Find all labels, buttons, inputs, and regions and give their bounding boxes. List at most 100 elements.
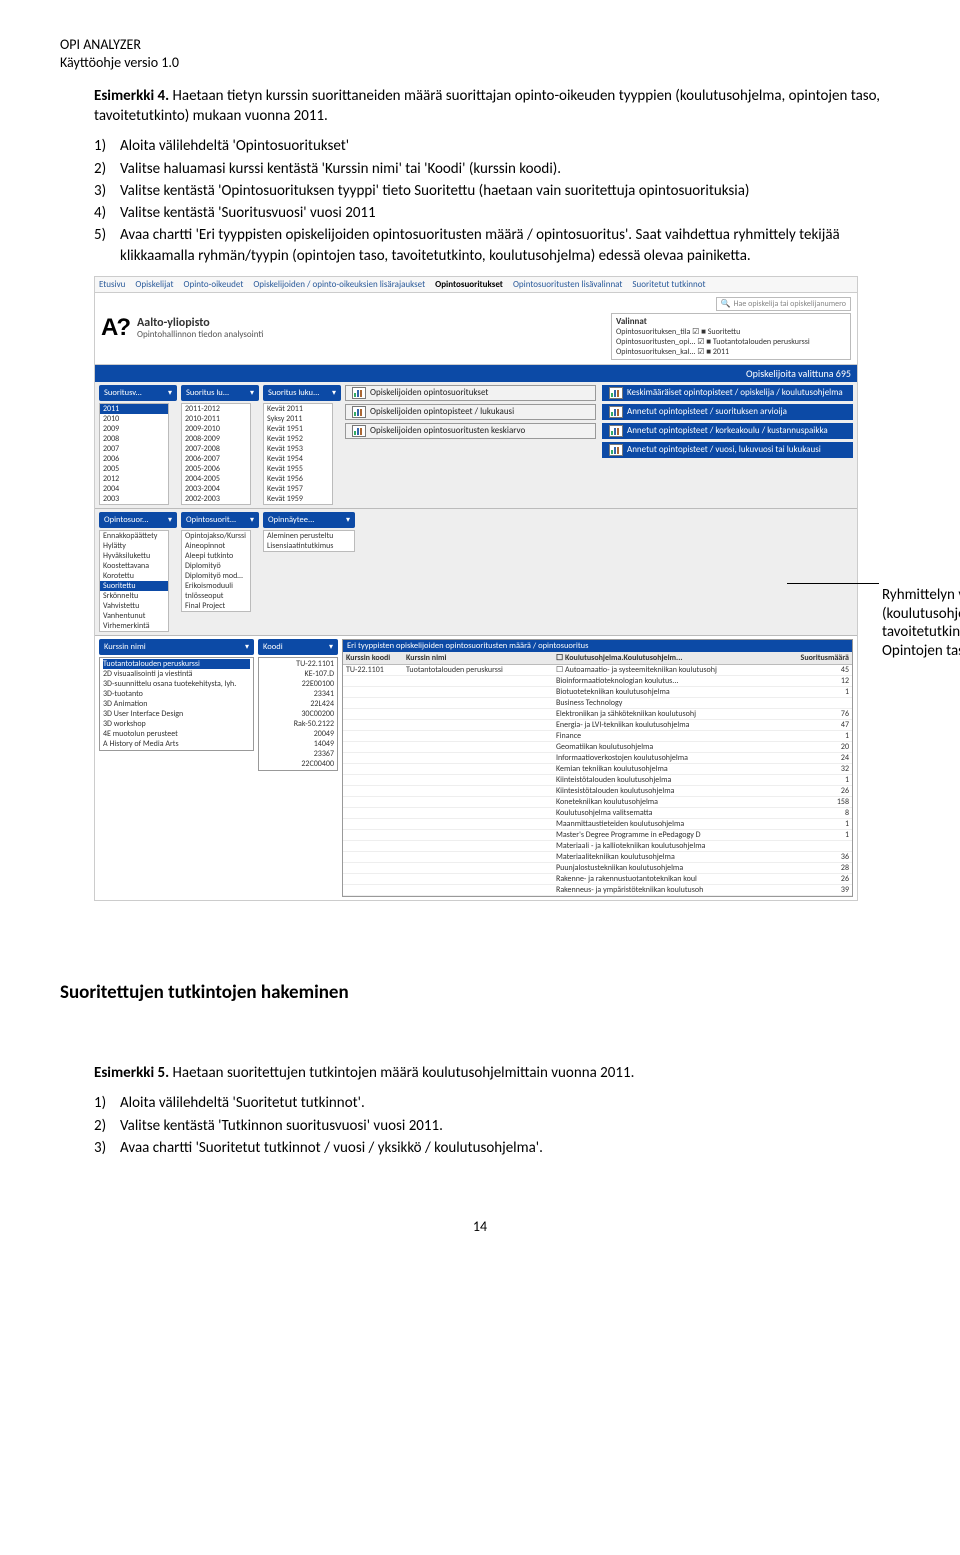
example4-steps: 1)Aloita välilehdeltä 'Opintosuoritukset… [94, 136, 900, 266]
table-row[interactable]: Materiaali - ja kalliotekniikan koulutus… [343, 841, 852, 852]
table-row[interactable]: Master's Degree Programme in ePedagogy D… [343, 830, 852, 841]
chart-icon [352, 425, 366, 437]
example4-intro: Esimerkki 4. Haetaan tietyn kurssin suor… [94, 87, 900, 126]
pill-opinnaytetyo[interactable]: Opinnäytee...▾ [263, 512, 355, 528]
ex5-step-2: Valitse kentästä 'Tutkinnon suoritusvuos… [120, 1116, 900, 1136]
data-table: Eri tyyppisten opiskelijoiden opintosuor… [342, 639, 853, 897]
th-kohj[interactable]: ☐ Koulutusohjelma.Koulutusohjelm... [556, 653, 797, 663]
chart-btn-annetut-korkeakoulu[interactable]: Annetut opintopisteet / korkeakoulu / ku… [602, 423, 853, 439]
table-row[interactable]: Puunjalostustekniikan koulutusohjelma28 [343, 863, 852, 874]
chevron-down-icon: ▾ [329, 642, 333, 652]
table-row[interactable]: Kiintesistötalouden koulutusohjelma26 [343, 786, 852, 797]
list-koodi[interactable]: TU-22.1101 KE-107.D 22E00100 23341 22L42… [258, 657, 338, 771]
page-number: 14 [60, 1218, 900, 1235]
data-table-title: Eri tyyppisten opiskelijoiden opintosuor… [343, 640, 852, 652]
pill-opintosuorit-tyyppi[interactable]: Opintosuorit...▾ [181, 512, 259, 528]
table-row[interactable]: Geomatiikan koulutusohjelma20 [343, 742, 852, 753]
table-row[interactable]: Kiinteistötalouden koulutusohjelma1 [343, 775, 852, 786]
chart-icon [352, 387, 366, 399]
tab-opinto-oikeudet[interactable]: Opinto-oikeudet [184, 279, 244, 290]
table-row[interactable]: Business Technology [343, 698, 852, 709]
pill-opintosuor-tila[interactable]: Opintosuor...▾ [99, 512, 177, 528]
table-row[interactable]: Koulutusohjelma valitsematta8 [343, 808, 852, 819]
valinnat-row-3[interactable]: Opintosuorituksen_kal... ☑ ■ 2011 [616, 347, 846, 357]
list-opintosuorit-tyyppi[interactable]: Opintojakso/Kurssi Aineopinnot Aleepi tu… [181, 530, 251, 612]
brand-sub: Opintohallinnon tiedon analysointi [137, 330, 263, 340]
chevron-down-icon: ▾ [250, 388, 254, 398]
chart-btn-opintosuoritukset[interactable]: Opiskelijoiden opintosuoritukset [345, 385, 596, 401]
table-row[interactable]: Finance1 [343, 731, 852, 742]
pill-koodi[interactable]: Koodi▾ [258, 639, 338, 655]
table-row[interactable]: Bioinformaatioteknologian koulutus...12 [343, 676, 852, 687]
callout-text: Ryhmittelyn vaihtaminen (koulutusohjelma… [882, 586, 960, 661]
example5-rest: Haetaan suoritettujen tutkintojen määrä … [169, 1064, 634, 1082]
table-row[interactable]: Rakenne- ja rakennustuotantoteknikan kou… [343, 874, 852, 885]
chevron-down-icon: ▾ [332, 388, 336, 398]
chart-icon [609, 425, 623, 437]
chart-btn-opintopisteet-lukukausi[interactable]: Opiskelijoiden opintopisteet / lukukausi [345, 404, 596, 420]
tab-opintosuoritukset[interactable]: Opintosuoritukset [435, 279, 503, 290]
th-koodi[interactable]: Kurssin koodi [346, 653, 406, 663]
example5-steps: 1)Aloita välilehdeltä 'Suoritetut tutkin… [94, 1093, 900, 1158]
chart-icon [609, 444, 623, 456]
screenshot-figure: Etusivu Opiskelijat Opinto-oikeudet Opis… [94, 276, 900, 901]
search-icon: 🔍 [721, 299, 731, 309]
chart-icon [609, 406, 623, 418]
pill-suoritusvuosi[interactable]: Suoritusv...▾ [99, 385, 177, 401]
tab-lisavalinnat[interactable]: Opintosuoritusten lisävalinnat [513, 279, 622, 290]
ex4-step-2: Valitse haluamasi kurssi kentästä 'Kurss… [120, 159, 900, 179]
ex4-step-5: Avaa chartti 'Eri tyyppisten opiskelijoi… [120, 225, 900, 266]
table-row[interactable]: Informaatioverkostojen koulutusohjelma24 [343, 753, 852, 764]
list-suorituslukuvuosi[interactable]: 2011-2012 2010-2011 2009-2010 2008-2009 … [181, 403, 251, 505]
pill-kurssin-nimi[interactable]: Kurssin nimi▾ [99, 639, 254, 655]
chevron-down-icon: ▾ [346, 515, 350, 525]
table-row[interactable]: Kemian tekniikan koulutusohjelma32 [343, 764, 852, 775]
chart-btn-annetut-vuosi[interactable]: Annetut opintopisteet / vuosi, lukuvuosi… [602, 442, 853, 458]
student-search[interactable]: 🔍 Hae opiskelija tai opiskelijanumero [716, 297, 851, 311]
list-opinnaytetyo[interactable]: Aleminen perusteltu Lisensiaatintutkimus [263, 530, 355, 552]
table-row[interactable]: Rakenneus- ja ympäristötekniikan koulutu… [343, 885, 852, 896]
chart-btn-keskiarvo[interactable]: Opiskelijoiden opintosuoritusten keskiar… [345, 423, 596, 439]
chart-icon [609, 387, 623, 399]
chart-btn-annetut-arvioija[interactable]: Annetut opintopisteet / suorituksen arvi… [602, 404, 853, 420]
valinnat-row-1[interactable]: Opintosuorituksen_tila ☑ ■ Suoritettu [616, 327, 846, 337]
tab-opiskelijat[interactable]: Opiskelijat [135, 279, 173, 290]
list-suoritusvuosi[interactable]: 2011 2010 2009 2008 2007 2006 2005 2012 … [99, 403, 169, 505]
chevron-down-icon: ▾ [168, 388, 172, 398]
table-row[interactable]: Konetekniikan koulutusohjelma158 [343, 797, 852, 808]
table-row[interactable]: TU-22.1101 Tuotantotalouden peruskurssi … [343, 665, 852, 676]
example4-lead: Esimerkki 4. [94, 87, 169, 105]
aalto-logo: A? [101, 314, 129, 342]
ex4-step-4: Valitse kentästä 'Suoritusvuosi' vuosi 2… [120, 203, 900, 223]
list-suorituslukukausi[interactable]: Kevät 2011 Syksy 2011 Kevät 1951 Kevät 1… [263, 403, 333, 505]
th-maara[interactable]: Suoritusmäärä [797, 653, 849, 663]
section-head-tutkinnot: Suoritettujen tutkintojen hakeminen [60, 981, 900, 1004]
table-row[interactable]: Energia- ja LVI-tekniikan koulutusohjelm… [343, 720, 852, 731]
version-line: Käyttöohje versio 1.0 [60, 54, 900, 72]
app-window: Etusivu Opiskelijat Opinto-oikeudet Opis… [94, 276, 858, 901]
product-name: OPI ANALYZER [60, 36, 900, 54]
table-row[interactable]: Materiaalitekniikan koulutusohjelma36 [343, 852, 852, 863]
table-row[interactable]: Maanmittaustieteiden koulutusohjelma1 [343, 819, 852, 830]
tab-etusivu[interactable]: Etusivu [99, 279, 125, 290]
brand-block: A? Aalto-yliopisto Opintohallinnon tiedo… [101, 314, 263, 342]
selection-count-bar: Opiskelijoita valittuna 695 [95, 365, 857, 382]
th-nimi[interactable]: Kurssin nimi [406, 653, 556, 663]
table-row[interactable]: Elektroniikan ja sähkötekniikan koulutus… [343, 709, 852, 720]
pill-suorituslukuvuosi[interactable]: Suoritus lu...▾ [181, 385, 259, 401]
valinnat-panel: Valinnat Opintosuorituksen_tila ☑ ■ Suor… [611, 313, 851, 360]
callout-connector [787, 583, 879, 584]
chart-icon [352, 406, 366, 418]
pill-suorituslukukausi[interactable]: Suoritus luku...▾ [263, 385, 341, 401]
valinnat-row-2[interactable]: Opintosuoritusten_opi... ☑ ■ Tuotantotal… [616, 337, 846, 347]
ex4-step-1: Aloita välilehdeltä 'Opintosuoritukset' [120, 136, 900, 156]
search-placeholder: Hae opiskelija tai opiskelijanumero [734, 299, 846, 309]
table-row[interactable]: Biotuotetekniikan koulutusohjelma1 [343, 687, 852, 698]
list-opintosuor-tila[interactable]: Ennakkopäättety Hylätty Hyväksilukettu K… [99, 530, 169, 632]
ex4-step-3: Valitse kentästä 'Opintosuorituksen tyyp… [120, 181, 900, 201]
list-kurssin-nimi[interactable]: Tuotantotalouden peruskurssi 2D visuaali… [99, 657, 254, 751]
chart-btn-keskim-opintopisteet[interactable]: Keskimääräiset opintopisteet / opiskelij… [602, 385, 853, 401]
ex5-step-1: Aloita välilehdeltä 'Suoritetut tutkinno… [120, 1093, 900, 1113]
tab-lisarajaukset[interactable]: Opiskelijoiden / opinto-oikeuksien lisär… [253, 279, 425, 290]
tab-suoritetut-tutkinnot[interactable]: Suoritetut tutkinnot [632, 279, 705, 290]
